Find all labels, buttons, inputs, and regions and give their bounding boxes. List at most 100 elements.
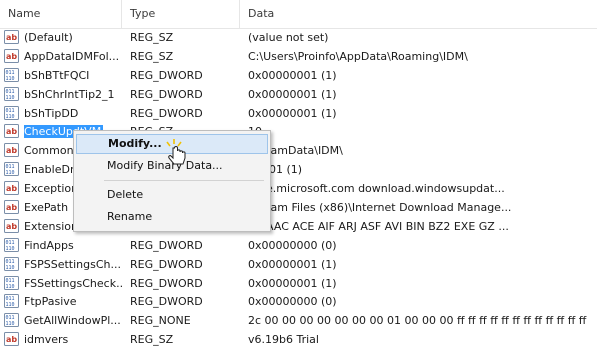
svg-text:110: 110 (6, 246, 15, 252)
value-data: 7Z AAC ACE AIF ARJ ASF AVI BIN BZ2 EXE G… (248, 217, 593, 236)
value-data-text: (value not set) (248, 31, 329, 44)
svg-text:110: 110 (6, 321, 15, 327)
value-data: 0x00000000 (0) (248, 292, 593, 311)
value-type-text: REG_DWORD (130, 257, 203, 271)
value-type-text: REG_DWORD (130, 276, 203, 290)
value-type: REG_DWORD (130, 255, 240, 274)
value-name-text: bShBTtFQCI (24, 68, 90, 82)
value-data: rogramData\IDM\ (248, 141, 593, 160)
svg-text:110: 110 (6, 302, 15, 308)
value-data-text: 0x00000000 (0) (248, 295, 337, 309)
value-type: REG_DWORD (130, 236, 240, 255)
value-name-text: FSPSSettingsCh... (24, 257, 121, 271)
value-data-text: 0x00000001 (1) (248, 68, 337, 82)
column-header-name[interactable]: Name (0, 0, 122, 28)
value-name: FindApps (24, 236, 122, 255)
menu-item-delete[interactable]: Delete (76, 185, 268, 205)
svg-text:110: 110 (6, 95, 15, 101)
value-data-text: 2c 00 00 00 00 00 00 00 01 00 00 00 ff f… (248, 314, 587, 328)
value-data-text: v6.19b6 Trial (248, 333, 319, 347)
value-data: date.microsoft.com download.windowsupdat… (248, 179, 593, 198)
value-name-text: bShTipDD (24, 106, 79, 120)
svg-text:ab: ab (6, 203, 17, 212)
value-type: REG_NONE (130, 311, 240, 330)
svg-text:ab: ab (6, 335, 17, 344)
value-type: REG_DWORD (130, 274, 240, 293)
value-name: FtpPasive (24, 292, 122, 311)
value-data: 0x00000001 (1) (248, 85, 593, 104)
value-type: REG_DWORD (130, 85, 240, 104)
registry-value-row[interactable]: 011 110 bShBTtFQCI REG_DWORD 0x00000001 (1) (0, 66, 597, 85)
value-data: C:\Users\Proinfo\AppData\Roaming\IDM\ (248, 47, 593, 66)
registry-value-row[interactable]: ab AppDataIDMFol... REG_SZ C:\Users\Proinfo… (0, 47, 597, 66)
value-data: 0x00000001 (1) (248, 66, 593, 85)
value-name-text: Exception (24, 182, 79, 196)
value-name-text: AppDataIDMFol... (24, 49, 120, 63)
value-name-text: FindApps (24, 238, 74, 252)
value-name: FSSettingsCheck... (24, 274, 122, 293)
registry-value-row[interactable]: ab (Default) REG_SZ (value not set) (0, 28, 597, 47)
svg-text:ab: ab (6, 33, 17, 42)
svg-text:ab: ab (6, 52, 17, 61)
registry-value-row[interactable]: 011 110 FindApps REG_DWORD 0x00000000 (0) (0, 236, 597, 255)
value-data: 10 (248, 122, 593, 141)
value-type: REG_SZ (130, 28, 240, 47)
value-type-text: REG_SZ (130, 49, 174, 63)
value-type: REG_DWORD (130, 66, 240, 85)
svg-text:ab: ab (6, 222, 17, 231)
value-name: FSPSSettingsCh... (24, 255, 122, 274)
column-header-type[interactable]: Type (122, 0, 240, 28)
svg-text:ab: ab (6, 146, 17, 155)
svg-text:110: 110 (6, 170, 15, 176)
value-name-text: Common (24, 144, 74, 158)
value-name: GetAllWindowPl... (24, 311, 122, 330)
column-header-data[interactable]: Data (240, 0, 597, 28)
value-type-text: REG_SZ (130, 333, 174, 347)
value-data-text: date.microsoft.com download.windowsupdat… (248, 182, 505, 196)
value-name: (Default) (24, 28, 122, 47)
value-data-text: 0x00000000 (0) (248, 238, 337, 252)
value-type-text: REG_DWORD (130, 87, 203, 101)
value-name-text: bShChrIntTip2_1 (24, 87, 115, 101)
svg-text:110: 110 (6, 265, 15, 271)
value-data-text: 0x00000001 (1) (248, 106, 337, 120)
value-name-text: GetAllWindowPl... (24, 314, 121, 328)
value-name: bShBTtFQCI (24, 66, 122, 85)
registry-value-row[interactable]: 011 110 GetAllWindowPl... REG_NONE 2c 00 00 … (0, 311, 597, 330)
value-type: REG_SZ (130, 47, 240, 66)
value-name-text: idmvers (24, 333, 69, 347)
registry-value-row[interactable]: 011 110 bShChrIntTip2_1 REG_DWORD 0x00000001… (0, 85, 597, 104)
value-data: 2c 00 00 00 00 00 00 00 01 00 00 00 ff f… (248, 311, 593, 330)
svg-text:ab: ab (6, 184, 17, 193)
value-type: REG_DWORD (130, 104, 240, 123)
value-type-text: REG_SZ (130, 31, 174, 44)
value-type: REG_DWORD (130, 292, 240, 311)
value-name: AppDataIDMFol... (24, 47, 122, 66)
menu-item-rename[interactable]: Rename (76, 207, 268, 227)
value-data: (value not set) (248, 28, 593, 47)
hand-cursor-icon (166, 139, 186, 165)
registry-value-row[interactable]: 011 110 FSPSSettingsCh... REG_DWORD 0x000000… (0, 255, 597, 274)
menu-separator (104, 180, 264, 181)
registry-value-row[interactable]: 011 110 FtpPasive REG_DWORD 0x00000000 (0) (0, 292, 597, 311)
svg-text:110: 110 (6, 76, 15, 82)
value-data-text: 7Z AAC ACE AIF ARJ ASF AVI BIN BZ2 EXE G… (248, 219, 509, 233)
svg-text:ab: ab (6, 127, 17, 136)
value-data: 0x00000001 (1) (248, 104, 593, 123)
registry-value-row[interactable]: 011 110 FSSettingsCheck... REG_DWORD 0x00000… (0, 274, 597, 293)
value-name-text: FtpPasive (24, 295, 77, 309)
value-data: 0x00000001 (1) (248, 274, 593, 293)
value-data: 00001 (1) (248, 160, 593, 179)
value-data-text: 0x00000001 (1) (248, 257, 337, 271)
value-data-text: rogram Files (x86)\Internet Download Man… (248, 201, 512, 215)
value-name-text: Extension (24, 219, 79, 233)
registry-value-row[interactable]: 011 110 bShTipDD REG_DWORD 0x00000001 (1) (0, 104, 597, 123)
value-name: idmvers (24, 330, 122, 349)
list-header: Name Type Data (0, 0, 597, 29)
registry-value-row[interactable]: ab idmvers REG_SZ v6.19b6 Trial (0, 330, 597, 349)
value-type-text: REG_NONE (130, 314, 191, 328)
value-type-text: REG_DWORD (130, 295, 203, 309)
value-data: rogram Files (x86)\Internet Download Man… (248, 198, 593, 217)
svg-text:110: 110 (6, 284, 15, 290)
value-type-text: REG_DWORD (130, 238, 203, 252)
